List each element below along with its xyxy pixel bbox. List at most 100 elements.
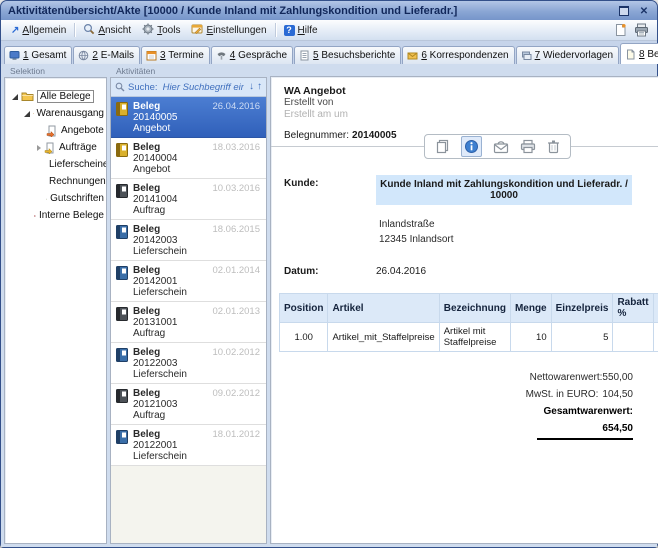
search-label: Suche: [128,82,158,93]
tree-item-gutschriften[interactable]: Gutschriften [7,190,104,207]
tab-bar: 1 Gesamt 2 E-Mails 3 Termine 4 Gespräche… [1,41,657,64]
new-document-icon [614,23,627,37]
auftraege-doc-icon [44,142,56,154]
email-icon [493,140,509,154]
beleg-list: Beleg20140005Angebot 26.04.2016 Beleg201… [111,97,266,466]
expander-open-icon[interactable] [24,111,30,117]
list-item-beleg-20122003[interactable]: Beleg20122003Lieferschein 10.02.2012 [111,343,266,384]
list-item-beleg-20122001[interactable]: Beleg20122001Lieferschein 18.01.2012 [111,425,266,466]
search-prev-button[interactable]: ↑ [257,82,262,92]
tree-item-auftraege[interactable]: Aufträge [7,139,104,156]
list-item-beleg-20140005[interactable]: Beleg20140005Angebot 26.04.2016 [111,97,266,138]
expander-open-icon[interactable] [12,94,18,100]
main-content: Selektion Alle Belege Warenausgang [1,64,657,547]
tree-item-angebote[interactable]: Angebote [7,122,104,139]
new-document-button[interactable] [611,23,630,37]
netto-value: 550,00 [602,372,633,383]
tab-korrespondenzen[interactable]: 6 Korrespondenzen [402,46,514,64]
datum-label: Datum: [284,263,376,277]
menu-tools-label: Tools [157,25,180,36]
phone-icon [216,50,227,61]
list-item-beleg-20142001[interactable]: Beleg20142001Lieferschein 02.01.2014 [111,261,266,302]
binder-gold-icon [116,143,128,157]
print-document-button[interactable] [520,139,536,154]
binder-blue-icon [116,430,128,444]
list-item-beleg-20121003[interactable]: Beleg20121003Auftrag 09.02.2012 [111,384,266,425]
aktivitaeten-caption: Aktivitäten [110,66,267,77]
list-item-beleg-20131001[interactable]: Beleg20131001Auftrag 02.01.2013 [111,302,266,343]
kunde-address: Inlandstraße 12345 Inlandsort [379,217,658,247]
datum-value: 26.04.2016 [376,263,426,277]
beleg-number-label: Belegnummer: [284,130,349,141]
letter-icon [407,50,418,61]
totals-block: Nettowarenwert:550,00 MwSt. in EURO:104,… [271,372,633,440]
search-bar: Suche: ↓ ↑ [111,78,266,97]
address-city: 12345 Inlandsort [379,232,658,247]
binder-blue-icon [116,225,128,239]
tab-termine[interactable]: 3 Termine [141,46,210,64]
cards-icon [521,50,532,61]
email-button[interactable] [493,140,509,154]
gesamt-label: Gesamtwarenwert: [271,406,633,417]
gear-icon [142,23,154,38]
expander-closed-icon[interactable] [37,145,41,151]
tab-emails[interactable]: 2 E-Mails [73,46,140,64]
menu-ansicht[interactable]: Ansicht [78,22,136,39]
app-window: Aktivitätenübersicht/Akte [10000 / Kunde… [0,0,658,548]
document-type: WA Angebot [284,85,658,97]
search-input[interactable] [161,81,246,94]
list-item-beleg-20141004[interactable]: Beleg20141004Auftrag 10.03.2016 [111,179,266,220]
menu-hilfe-label: Hilfe [298,25,318,36]
kunde-row: Kunde: Kunde Inland mit Zahlungskonditio… [271,175,658,205]
tree-item-rechnungen[interactable]: Rechnungen [7,173,104,190]
kunde-value[interactable]: Kunde Inland mit Zahlungskondition und L… [376,175,632,205]
binder-dark-icon [116,389,128,403]
search-next-button[interactable]: ↓ [249,82,254,92]
menu-tools[interactable]: Tools [137,22,185,39]
menu-hilfe[interactable]: ? Hilfe [279,24,323,37]
document-icon [625,49,636,60]
table-row[interactable]: 1.00 Artikel_mit_Staffelpreise Artikel m… [280,323,658,352]
list-item-beleg-20142003[interactable]: Beleg20142003Lieferschein 18.06.2015 [111,220,266,261]
mwst-label: MwSt. in EURO: [526,389,599,400]
monitor-icon [9,50,20,61]
binder-blue-icon [116,348,128,362]
selektion-caption: Selektion [4,66,107,77]
settings-window-icon [191,23,203,38]
tab-belege[interactable]: 8 Belege [620,43,658,64]
menu-bar: ↗ Allgemein Ansicht Tools Einstellungen … [1,20,657,41]
datum-row: Datum: 26.04.2016 [271,263,658,277]
tab-besuchsberichte[interactable]: 5 Besuchsberichte [294,46,401,64]
info-button[interactable] [461,136,482,157]
tree-item-warenausgang[interactable]: Warenausgang [7,105,104,122]
tab-wiedervorlagen[interactable]: 7 Wiedervorlagen [516,46,619,64]
menu-einstellungen-label: Einstellungen [206,25,266,36]
col-bezeichnung: Bezeichnung [439,294,510,323]
toolbar-separator [275,23,276,37]
window-title: Aktivitätenübersicht/Akte [10000 / Kunde… [8,5,617,17]
title-bar[interactable]: Aktivitätenübersicht/Akte [10000 / Kunde… [1,1,657,20]
folder-open-icon [21,91,34,102]
beleg-number-value: 20140005 [352,130,397,141]
trash-icon [547,139,560,154]
close-button[interactable]: ✕ [637,5,651,17]
list-item-beleg-20140004[interactable]: Beleg20140004Angebot 18.03.2016 [111,138,266,179]
copy-document-button[interactable] [435,139,450,154]
list-empty-area [111,466,266,543]
menu-einstellungen[interactable]: Einstellungen [186,22,271,39]
menu-allgemein[interactable]: ↗ Allgemein [6,24,71,37]
tab-gespraeche[interactable]: 4 Gespräche [211,46,293,64]
close-icon: ✕ [640,6,648,17]
col-gesamtpreis: Gesamtpreis [653,294,658,323]
restore-icon [619,6,629,16]
angebote-doc-icon [46,125,58,137]
restore-button[interactable] [617,5,631,17]
created-by: Erstellt von [284,97,658,109]
tree-item-interne-belege[interactable]: Interne Belege [7,207,104,224]
tab-gesamt[interactable]: 1 Gesamt [4,46,72,64]
selektion-panel: Selektion Alle Belege Warenausgang [4,66,107,544]
tree-item-lieferscheine[interactable]: Lieferscheine [7,156,104,173]
tree-item-alle-belege[interactable]: Alle Belege [7,88,104,105]
print-button[interactable] [631,23,652,37]
delete-button[interactable] [547,139,560,154]
